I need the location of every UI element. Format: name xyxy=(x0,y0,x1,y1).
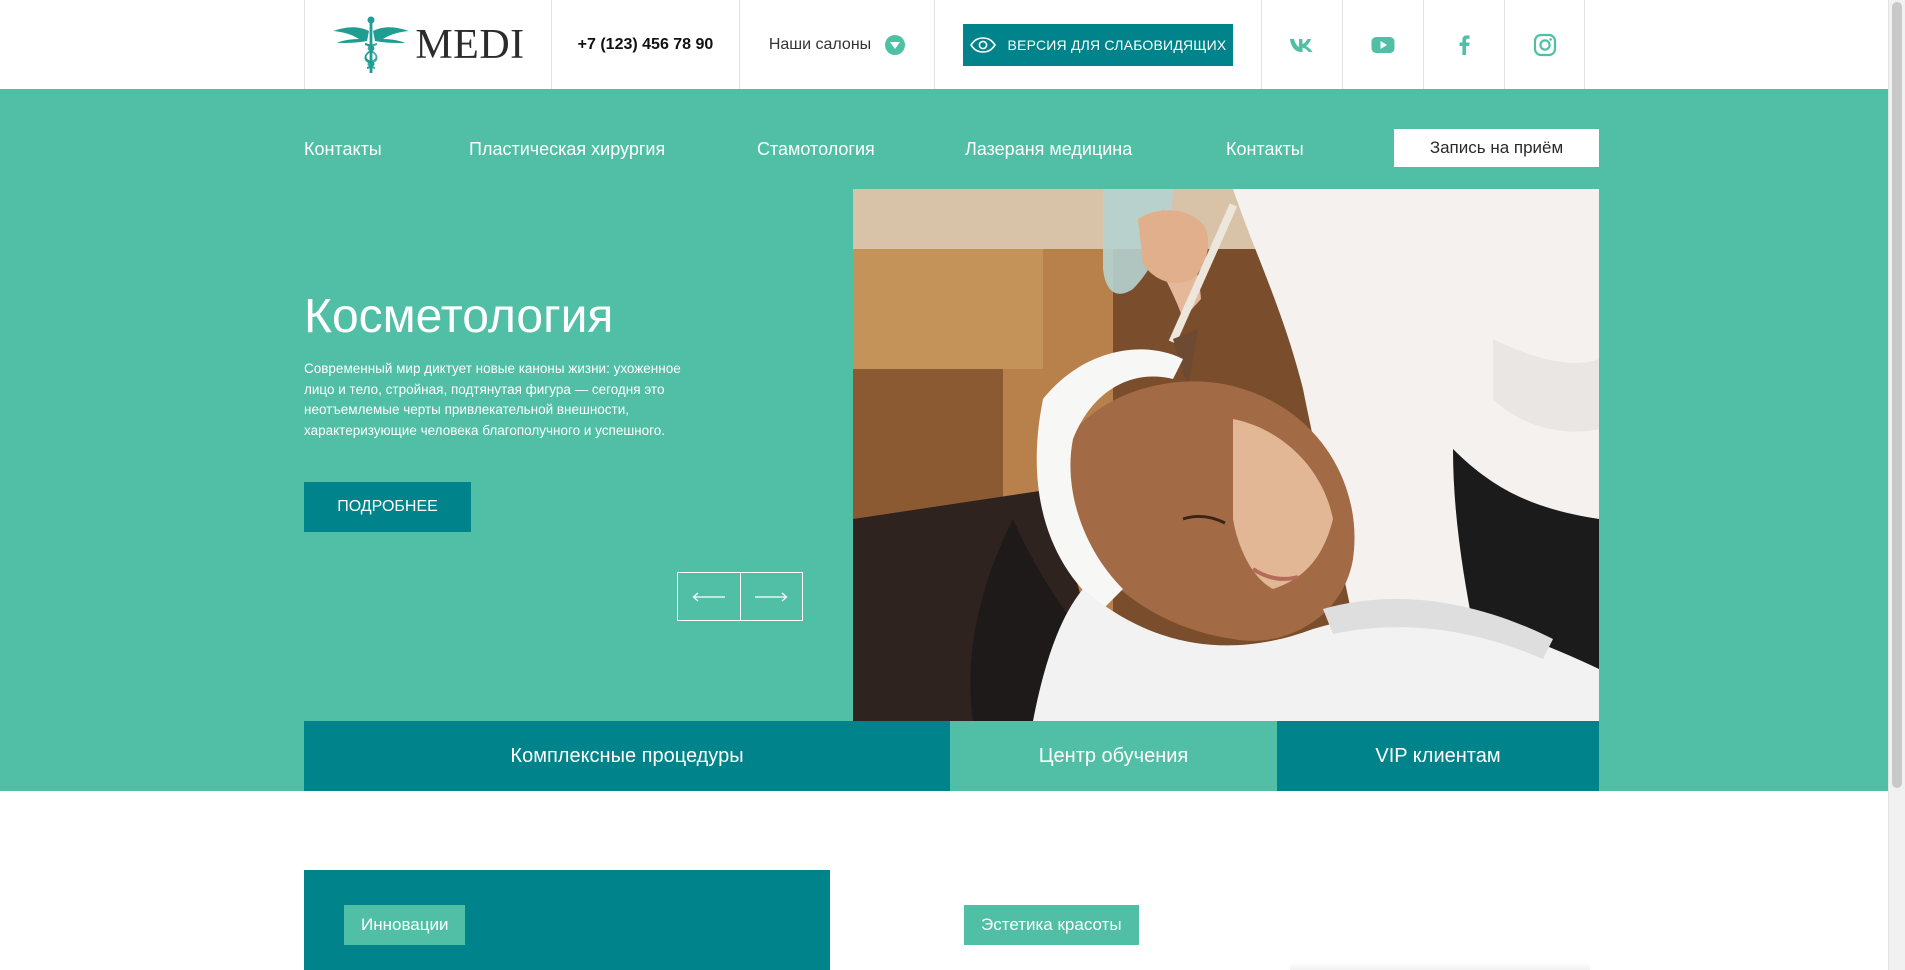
hero-description: Современный мир диктует новые каноны жиз… xyxy=(304,361,681,438)
hero-section: Контакты Пластическая хирургия Стамотоло… xyxy=(0,89,1888,791)
innovations-badge[interactable]: Инновации xyxy=(344,905,466,945)
slider-next-button[interactable] xyxy=(739,573,802,620)
salons-dropdown[interactable]: Наши салоны xyxy=(739,0,934,89)
nav-item-contacts-2[interactable]: Контакты xyxy=(1226,139,1304,160)
hero-title: Косметология xyxy=(304,290,614,343)
low-vision-label: ВЕРСИЯ ДЛЯ СЛАБОВИДЯЩИХ xyxy=(1007,36,1227,53)
arrow-left-icon xyxy=(692,592,725,601)
main-nav: Контакты Пластическая хирургия Стамотоло… xyxy=(304,129,1599,169)
salons-label: Наши салоны xyxy=(768,35,872,53)
site-header: MEDI +7 (123) 456 78 90 Наши салоны ВЕРС… xyxy=(0,0,1888,89)
facebook-icon xyxy=(1459,34,1470,55)
appointment-button[interactable]: Запись на приём xyxy=(1394,129,1599,167)
instagram-link[interactable] xyxy=(1504,0,1585,89)
slider-prev-button[interactable] xyxy=(678,573,740,620)
nav-item-dentistry[interactable]: Стамотология xyxy=(757,139,875,160)
eye-icon xyxy=(969,36,996,53)
scrollbar-thumb[interactable] xyxy=(1892,2,1902,788)
arrow-right-icon xyxy=(755,592,788,601)
page-scrollbar[interactable] xyxy=(1888,0,1905,970)
nav-item-contacts[interactable]: Контакты xyxy=(304,139,382,160)
chevron-down-icon xyxy=(885,34,906,55)
more-button[interactable]: ПОДРОБНЕЕ xyxy=(304,482,471,532)
nav-item-plastic-surgery[interactable]: Пластическая хирургия xyxy=(469,139,665,160)
vk-icon xyxy=(1290,38,1313,52)
low-vision-button[interactable]: ВЕРСИЯ ДЛЯ СЛАБОВИДЯЩИХ xyxy=(963,23,1233,66)
tab-vip-clients[interactable]: VIP клиентам xyxy=(1277,721,1599,791)
logo[interactable]: MEDI xyxy=(304,0,551,89)
cosmetology-photo-illustration xyxy=(853,189,1599,721)
youtube-icon xyxy=(1371,36,1395,53)
tab-training-center[interactable]: Центр обучения xyxy=(950,721,1277,791)
caduceus-icon xyxy=(333,16,410,73)
aesthetics-badge[interactable]: Эстетика красоты xyxy=(964,905,1139,945)
vision-cell: ВЕРСИЯ ДЛЯ СЛАБОВИДЯЩИХ xyxy=(934,0,1261,89)
youtube-link[interactable] xyxy=(1342,0,1423,89)
phone-number[interactable]: +7 (123) 456 78 90 xyxy=(551,0,739,89)
hero-photo xyxy=(853,189,1599,721)
instagram-icon xyxy=(1533,33,1556,56)
slider-controls xyxy=(677,572,803,621)
feature-tabs: Комплексные процедуры Центр обучения VIP… xyxy=(304,721,1599,791)
card-shadow xyxy=(1290,962,1590,970)
nav-item-laser-medicine[interactable]: Лазераня медицина xyxy=(965,139,1132,160)
vk-link[interactable] xyxy=(1261,0,1342,89)
tab-complex-procedures[interactable]: Комплексные процедуры xyxy=(304,721,950,791)
facebook-link[interactable] xyxy=(1423,0,1504,89)
logo-text: MEDI xyxy=(415,21,525,68)
